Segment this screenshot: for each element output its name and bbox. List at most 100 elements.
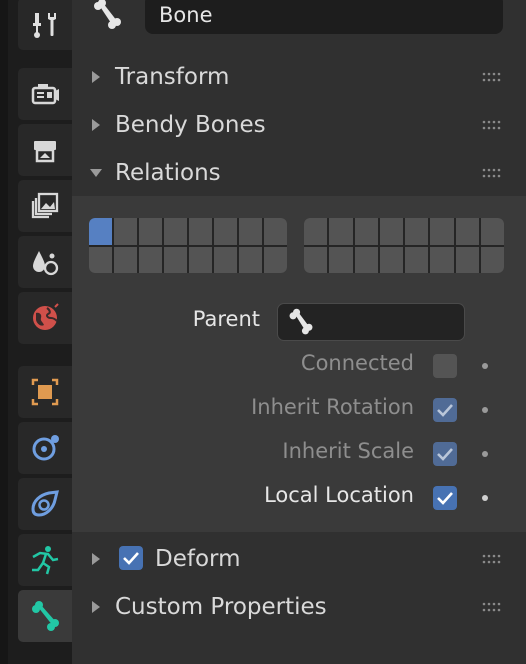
checkmark-icon — [437, 492, 453, 505]
collapsed-arrow-icon — [90, 70, 102, 84]
bone-layer-toggle[interactable] — [430, 218, 454, 245]
tab-tool[interactable] — [18, 0, 72, 50]
tab-view-layer[interactable] — [18, 180, 72, 232]
object-square-icon — [31, 378, 59, 406]
bone-icon — [289, 308, 313, 335]
inherit-rotation-checkbox[interactable] — [433, 398, 457, 422]
bone-layer-toggle[interactable] — [139, 246, 162, 273]
section-deform-header[interactable]: Deform — [72, 535, 526, 583]
tab-world[interactable] — [18, 292, 72, 344]
object-constraint-icon — [31, 490, 59, 517]
inherit-rotation-label: Inherit Rotation — [251, 395, 414, 419]
parent-field[interactable] — [277, 303, 465, 341]
bone-layer-toggle[interactable] — [329, 246, 353, 273]
inherit-scale-label: Inherit Scale — [282, 439, 414, 463]
bone-layer-toggle[interactable] — [89, 246, 112, 273]
bone-layer-toggle[interactable] — [329, 218, 353, 245]
bone-layer-toggle[interactable] — [239, 218, 262, 245]
image-stack-icon — [31, 192, 59, 219]
tab-scene[interactable] — [18, 236, 72, 288]
bone-layer-toggle[interactable] — [239, 246, 262, 273]
bone-layers-grid-left — [89, 218, 287, 273]
checkmark-icon — [437, 448, 453, 461]
bone-layer-toggle[interactable] — [304, 246, 328, 273]
deform-checkbox[interactable] — [119, 546, 143, 570]
keyframe-dot-icon[interactable] — [482, 363, 488, 369]
connected-label: Connected — [300, 351, 414, 375]
printer-icon — [34, 141, 56, 163]
drag-grip-icon[interactable] — [482, 601, 504, 613]
bone-properties-panel: Bone Transform Bendy Bones Relations Par… — [72, 0, 526, 664]
bone-layer-toggle[interactable] — [264, 246, 287, 273]
bone-layer-toggle[interactable] — [379, 218, 403, 245]
bone-layer-toggle[interactable] — [214, 246, 237, 273]
section-transform-header[interactable]: Transform — [72, 53, 526, 101]
tab-strip-edge — [0, 0, 8, 664]
keyframe-dot-icon[interactable] — [482, 451, 488, 457]
bone-layer-toggle[interactable] — [264, 218, 287, 245]
bone-icon — [32, 601, 59, 631]
bone-layer-toggle[interactable] — [114, 218, 137, 245]
section-custom-properties-header[interactable]: Custom Properties — [72, 583, 526, 631]
inherit-scale-checkbox[interactable] — [433, 442, 457, 466]
relations-panel-body: Parent Connected Inherit Rotation Inheri… — [72, 196, 526, 532]
tab-bone[interactable] — [18, 590, 72, 642]
section-relations-title: Relations — [115, 160, 221, 186]
bone-layer-toggle[interactable] — [304, 218, 328, 245]
tab-output[interactable] — [18, 124, 72, 176]
scene-shapes-icon — [33, 251, 59, 276]
bone-layer-toggle[interactable] — [139, 218, 162, 245]
bone-name-field[interactable]: Bone — [145, 0, 503, 34]
render-camera-icon — [31, 84, 59, 105]
tab-physics[interactable] — [18, 422, 72, 474]
local-location-checkbox[interactable] — [433, 486, 457, 510]
parent-label: Parent — [192, 307, 260, 331]
bone-layer-toggle[interactable] — [114, 246, 137, 273]
checkmark-icon — [437, 404, 453, 417]
bone-layer-toggle[interactable] — [164, 218, 187, 245]
bone-layers-grid-right — [304, 218, 504, 273]
bone-layer-toggle[interactable] — [354, 218, 378, 245]
bone-layer-toggle[interactable] — [430, 246, 454, 273]
bone-layer-toggle[interactable] — [455, 246, 479, 273]
connected-checkbox[interactable] — [433, 354, 457, 378]
bone-layer-toggle[interactable] — [189, 218, 212, 245]
bone-layer-toggle[interactable] — [455, 218, 479, 245]
bone-layer-toggle[interactable] — [480, 218, 504, 245]
section-deform-title: Deform — [155, 546, 241, 572]
tab-object-data[interactable] — [18, 534, 72, 586]
keyframe-dot-icon[interactable] — [482, 495, 488, 501]
bone-layer-toggle[interactable] — [214, 218, 237, 245]
bone-layer-toggle[interactable] — [354, 246, 378, 273]
section-bendy-bones-title: Bendy Bones — [115, 112, 266, 138]
collapsed-arrow-icon — [90, 600, 102, 614]
collapsed-arrow-icon — [90, 552, 102, 566]
section-custom-properties-title: Custom Properties — [115, 594, 327, 620]
checkmark-icon — [123, 552, 139, 565]
bone-layer-toggle[interactable] — [89, 218, 112, 245]
orbit-circle-icon — [32, 435, 59, 461]
section-relations-header[interactable]: Relations — [72, 149, 526, 197]
tab-render[interactable] — [18, 68, 72, 120]
bone-layer-toggle[interactable] — [405, 218, 429, 245]
section-transform-title: Transform — [115, 64, 230, 90]
bone-layer-toggle[interactable] — [379, 246, 403, 273]
keyframe-dot-icon[interactable] — [482, 407, 488, 413]
tab-constraints[interactable] — [18, 478, 72, 530]
bone-layer-toggle[interactable] — [480, 246, 504, 273]
section-bendy-bones-header[interactable]: Bendy Bones — [72, 101, 526, 149]
properties-tab-strip — [0, 0, 72, 664]
drag-grip-icon[interactable] — [482, 119, 504, 131]
tab-object[interactable] — [18, 366, 72, 418]
screwdriver-wrench-icon — [33, 13, 56, 38]
bone-layer-toggle[interactable] — [405, 246, 429, 273]
collapsed-arrow-icon — [90, 118, 102, 132]
armature-running-icon — [32, 546, 59, 575]
drag-grip-icon[interactable] — [482, 553, 504, 565]
drag-grip-icon[interactable] — [482, 167, 504, 179]
drag-grip-icon[interactable] — [482, 71, 504, 83]
bone-layer-toggle[interactable] — [189, 246, 212, 273]
local-location-label: Local Location — [264, 483, 414, 507]
world-globe-icon — [33, 303, 59, 330]
bone-layer-toggle[interactable] — [164, 246, 187, 273]
